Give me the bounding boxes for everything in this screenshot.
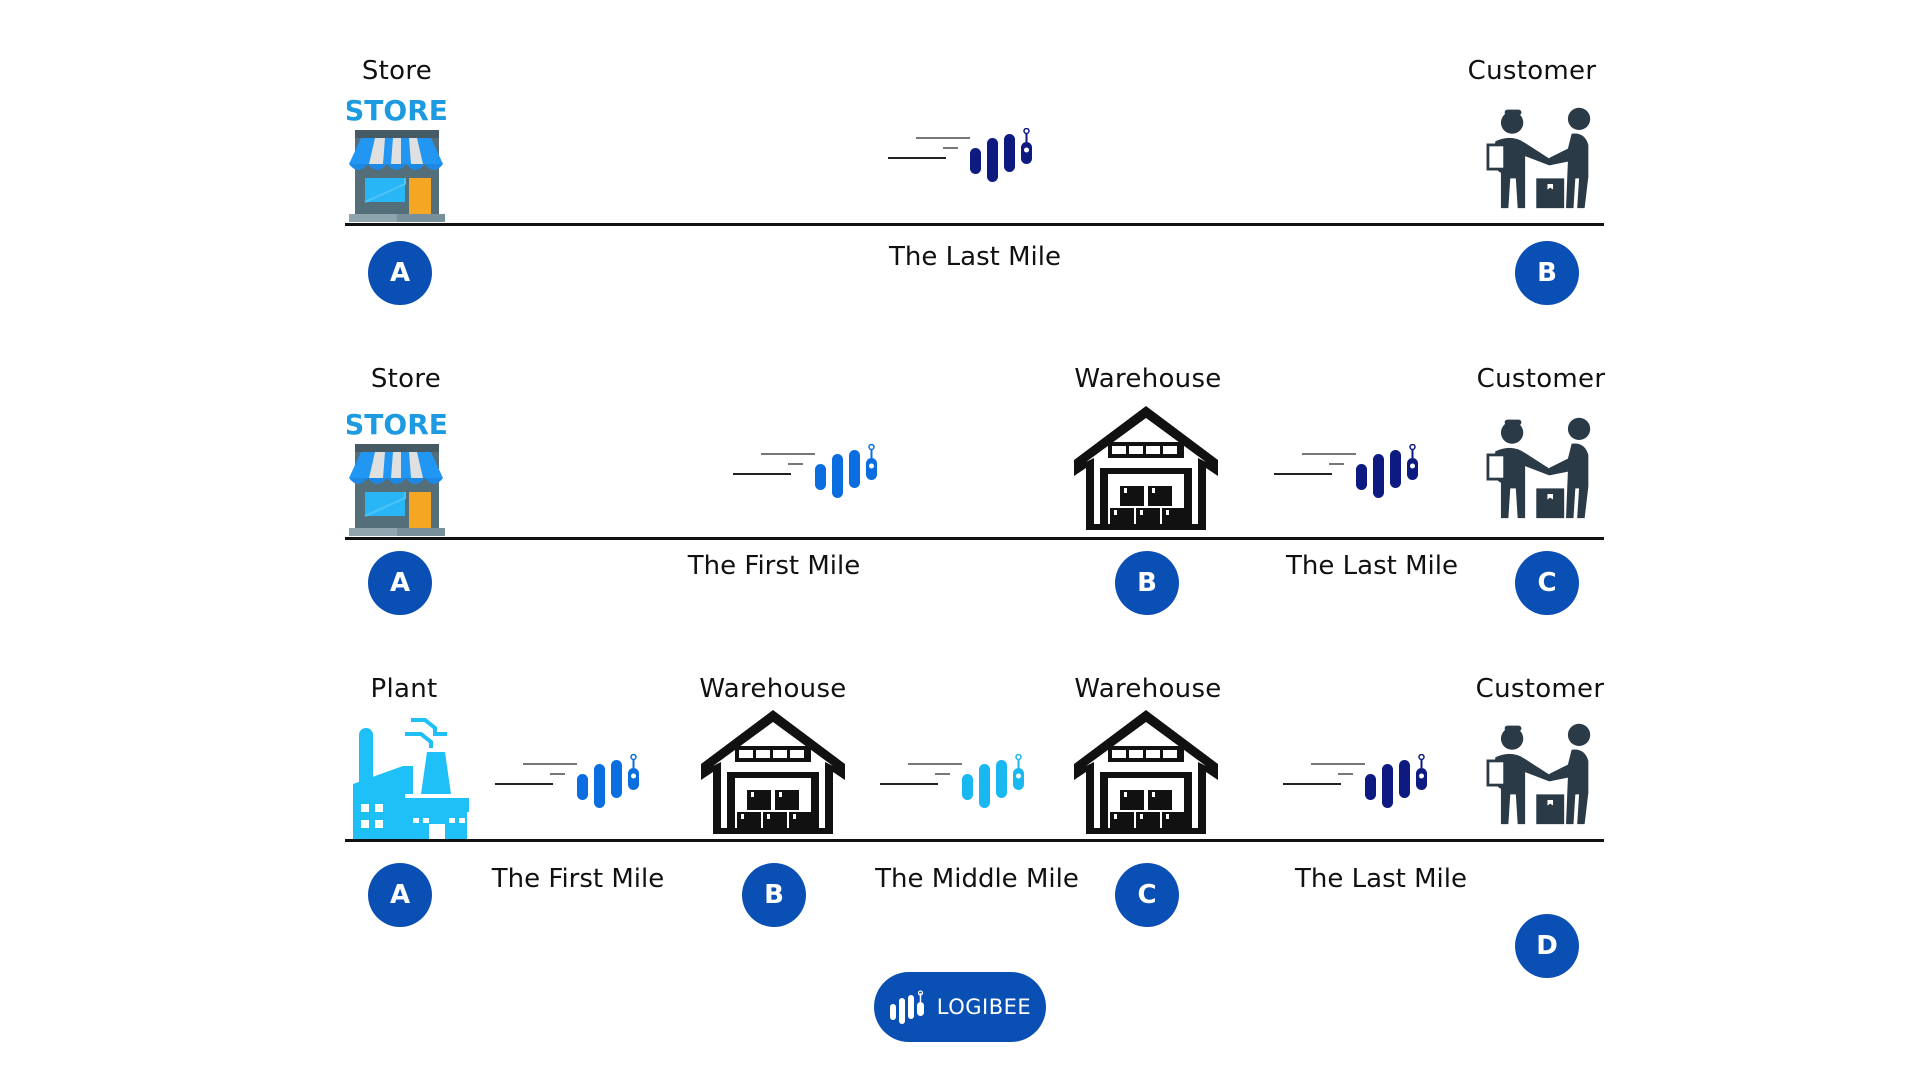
logibee-mark-icon (889, 990, 924, 1024)
marker-b: B (1115, 551, 1179, 615)
marker-b: B (742, 863, 806, 927)
node-label-store: Store (361, 56, 433, 86)
node-label-customer: Customer (1467, 56, 1597, 86)
truck-speed-icon (888, 127, 1032, 182)
route-line (345, 223, 1604, 226)
delivery-motion-icon (880, 753, 1030, 814)
store-icon (347, 410, 447, 536)
marker-b: B (1515, 241, 1579, 305)
delivery-motion-icon (1283, 753, 1433, 814)
warehouse-icon (1074, 710, 1218, 834)
marker-c: C (1515, 551, 1579, 615)
truck-speed-icon (880, 753, 1024, 808)
truck-speed-icon (733, 443, 877, 498)
marker-c: C (1115, 863, 1179, 927)
logibee-logo: LOGIBEE (874, 972, 1046, 1042)
segment-label-first-mile: The First Mile (491, 864, 665, 894)
store-icon (347, 96, 447, 222)
factory-icon (351, 718, 471, 844)
delivery-motion-icon (1274, 443, 1424, 504)
marker-a: A (368, 551, 432, 615)
delivery-motion-icon (888, 127, 1038, 188)
node-label-warehouse: Warehouse (699, 674, 847, 704)
node-label-warehouse: Warehouse (1074, 674, 1222, 704)
warehouse-icon (1074, 406, 1218, 530)
customer-handover-icon (1486, 416, 1592, 520)
marker-a: A (368, 863, 432, 927)
customer-handover-icon (1486, 722, 1592, 826)
logo-text: LOGIBEE (936, 995, 1032, 1019)
delivery-motion-icon (495, 753, 645, 814)
truck-speed-icon (495, 753, 639, 808)
segment-label-last-mile: The Last Mile (1286, 551, 1458, 581)
route-line (345, 839, 1604, 842)
truck-speed-icon (1283, 753, 1427, 808)
segment-label-last-mile: The Last Mile (889, 242, 1061, 272)
segment-label-last-mile: The Last Mile (1295, 864, 1467, 894)
marker-d: D (1515, 914, 1579, 978)
segment-label-first-mile: The First Mile (687, 551, 861, 581)
truck-speed-icon (1274, 443, 1418, 498)
route-line (345, 537, 1604, 540)
node-label-store: Store (370, 364, 442, 394)
marker-a: A (368, 241, 432, 305)
delivery-motion-icon (733, 443, 883, 504)
node-label-warehouse: Warehouse (1074, 364, 1222, 394)
segment-label-middle-mile: The Middle Mile (875, 864, 1079, 894)
node-label-customer: Customer (1475, 674, 1605, 704)
customer-handover-icon (1486, 106, 1592, 210)
warehouse-icon (701, 710, 845, 834)
node-label-plant: Plant (370, 674, 438, 704)
node-label-customer: Customer (1476, 364, 1606, 394)
